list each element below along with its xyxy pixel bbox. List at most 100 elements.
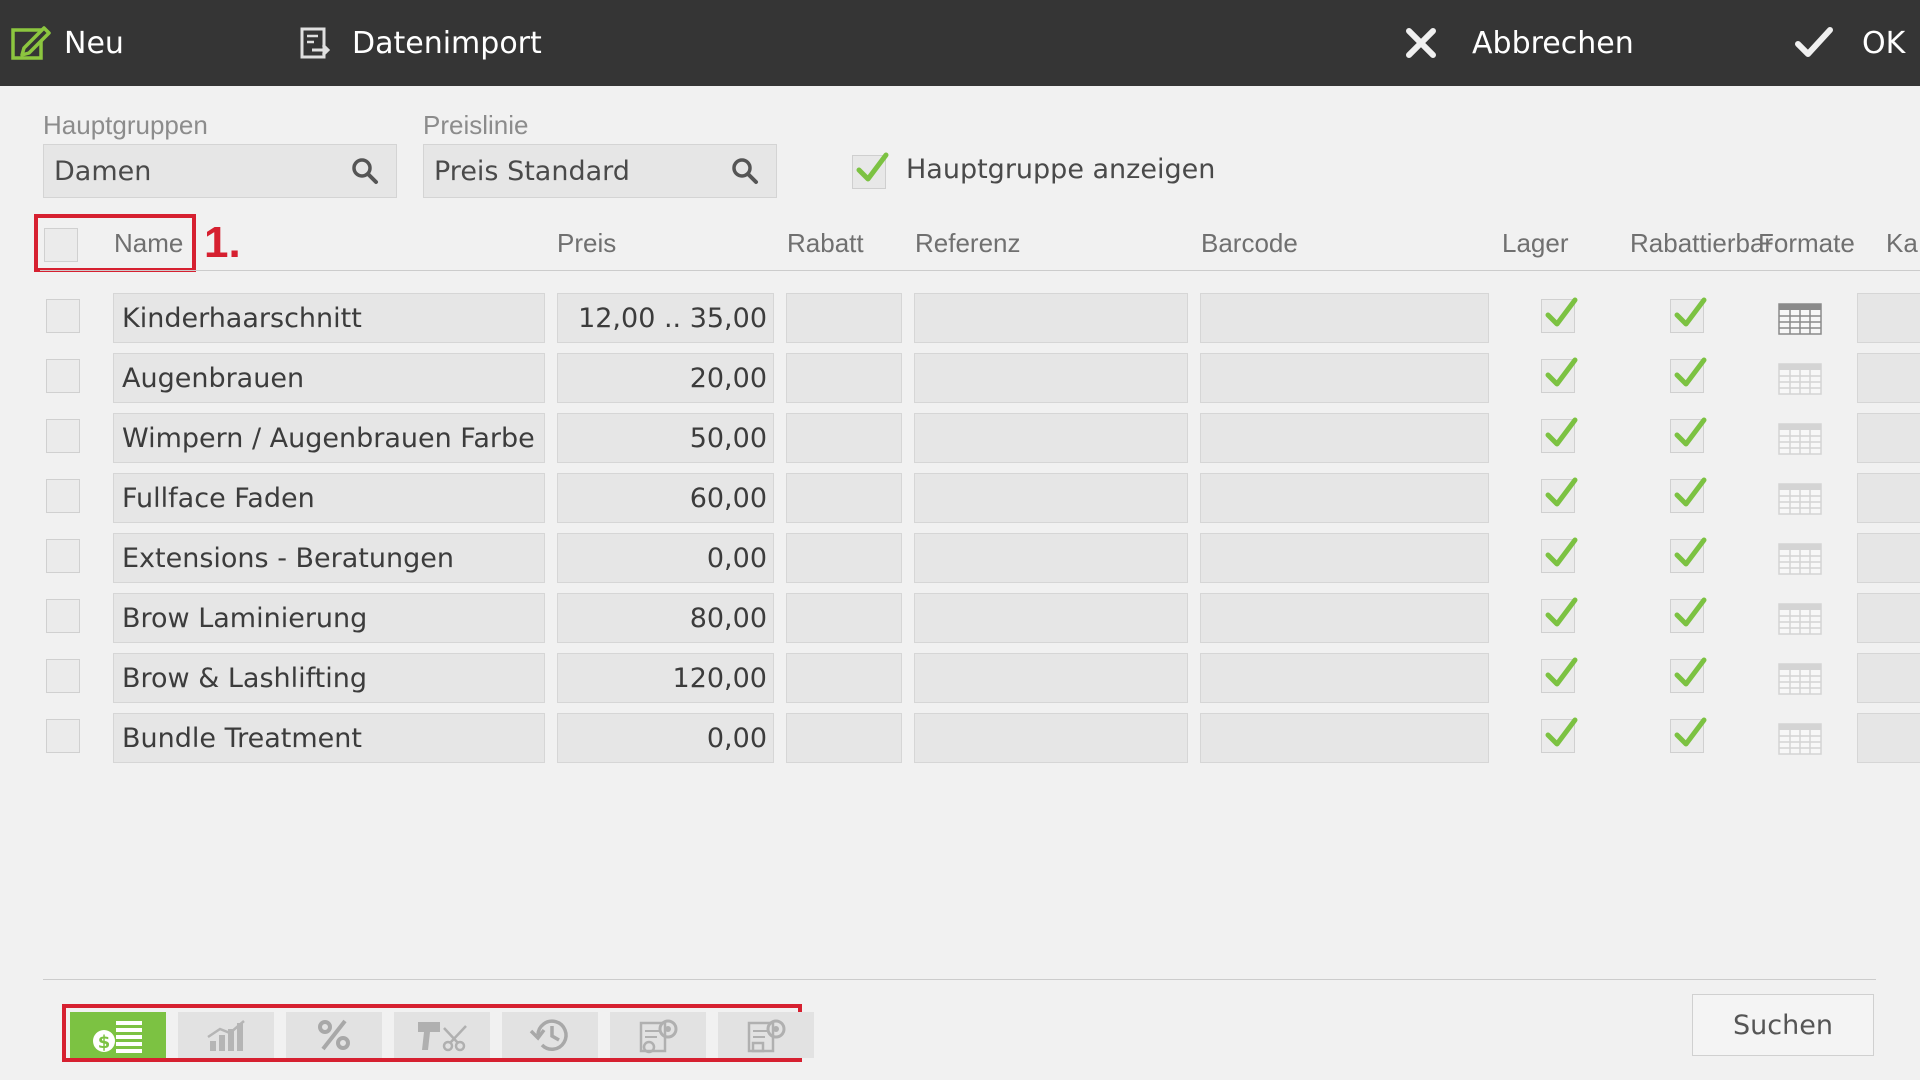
name-cell[interactable]: Bundle Treatment — [113, 713, 545, 763]
ok-button[interactable]: OK — [1794, 0, 1905, 86]
table-row[interactable]: Brow Laminierung 80,00 — [0, 593, 1920, 643]
row-checkbox[interactable] — [46, 599, 80, 633]
tab-statistics[interactable] — [178, 1012, 274, 1058]
formats-grid-icon[interactable] — [1778, 663, 1822, 695]
discountable-checkbox[interactable] — [1670, 357, 1707, 393]
ka-cell[interactable] — [1857, 533, 1920, 583]
column-header-stock[interactable]: Lager — [1502, 228, 1569, 259]
discount-cell[interactable] — [786, 653, 902, 703]
show-main-group-checkbox[interactable] — [852, 152, 889, 189]
price-cell[interactable]: 0,00 — [557, 713, 774, 763]
reference-cell[interactable] — [914, 353, 1188, 403]
discount-cell[interactable] — [786, 533, 902, 583]
discount-cell[interactable] — [786, 293, 902, 343]
barcode-cell[interactable] — [1200, 413, 1489, 463]
barcode-cell[interactable] — [1200, 353, 1489, 403]
price-cell[interactable]: 12,00 .. 35,00 — [557, 293, 774, 343]
ka-cell[interactable] — [1857, 413, 1920, 463]
main-group-field[interactable]: Damen — [43, 144, 397, 198]
discountable-checkbox[interactable] — [1670, 297, 1707, 333]
discountable-checkbox[interactable] — [1670, 477, 1707, 513]
table-row[interactable]: Fullface Faden 60,00 — [0, 473, 1920, 523]
row-checkbox[interactable] — [46, 419, 80, 453]
row-checkbox[interactable] — [46, 359, 80, 393]
reference-cell[interactable] — [914, 533, 1188, 583]
price-cell[interactable]: 0,00 — [557, 533, 774, 583]
price-cell[interactable]: 80,00 — [557, 593, 774, 643]
price-cell[interactable]: 60,00 — [557, 473, 774, 523]
reference-cell[interactable] — [914, 593, 1188, 643]
column-header-price[interactable]: Preis — [557, 228, 616, 259]
select-all-checkbox[interactable] — [44, 228, 78, 262]
table-row[interactable]: Augenbrauen 20,00 — [0, 353, 1920, 403]
cancel-button[interactable]: Abbrechen — [1404, 0, 1634, 86]
stock-checkbox[interactable] — [1541, 537, 1578, 573]
formats-grid-icon[interactable] — [1778, 303, 1822, 335]
table-row[interactable]: Wimpern / Augenbrauen Farbe 50,00 — [0, 413, 1920, 463]
tab-services[interactable] — [394, 1012, 490, 1058]
tab-history[interactable] — [502, 1012, 598, 1058]
formats-grid-icon[interactable] — [1778, 603, 1822, 635]
discount-cell[interactable] — [786, 353, 902, 403]
stock-checkbox[interactable] — [1541, 417, 1578, 453]
barcode-cell[interactable] — [1200, 473, 1489, 523]
new-button[interactable]: Neu — [10, 0, 124, 86]
reference-cell[interactable] — [914, 473, 1188, 523]
row-checkbox[interactable] — [46, 479, 80, 513]
stock-checkbox[interactable] — [1541, 717, 1578, 753]
stock-checkbox[interactable] — [1541, 477, 1578, 513]
barcode-cell[interactable] — [1200, 653, 1489, 703]
formats-grid-icon[interactable] — [1778, 483, 1822, 515]
price-cell[interactable]: 120,00 — [557, 653, 774, 703]
column-header-discount[interactable]: Rabatt — [787, 228, 864, 259]
table-row[interactable]: Brow & Lashlifting 120,00 — [0, 653, 1920, 703]
table-row[interactable]: Bundle Treatment 0,00 — [0, 713, 1920, 763]
name-cell[interactable]: Extensions - Beratungen — [113, 533, 545, 583]
stock-checkbox[interactable] — [1541, 357, 1578, 393]
ka-cell[interactable] — [1857, 353, 1920, 403]
formats-grid-icon[interactable] — [1778, 423, 1822, 455]
formats-grid-icon[interactable] — [1778, 543, 1822, 575]
price-line-field[interactable]: Preis Standard — [423, 144, 777, 198]
name-cell[interactable]: Fullface Faden — [113, 473, 545, 523]
name-cell[interactable]: Wimpern / Augenbrauen Farbe — [113, 413, 545, 463]
column-header-discountable[interactable]: Rabattierbar — [1630, 228, 1773, 259]
barcode-cell[interactable] — [1200, 593, 1489, 643]
search-icon[interactable] — [348, 154, 382, 188]
search-button[interactable]: Suchen — [1692, 994, 1874, 1056]
discountable-checkbox[interactable] — [1670, 597, 1707, 633]
stock-checkbox[interactable] — [1541, 597, 1578, 633]
tab-product-settings[interactable] — [718, 1012, 814, 1058]
name-cell[interactable]: Augenbrauen — [113, 353, 545, 403]
name-cell[interactable]: Brow & Lashlifting — [113, 653, 545, 703]
discount-cell[interactable] — [786, 473, 902, 523]
row-checkbox[interactable] — [46, 539, 80, 573]
name-cell[interactable]: Kinderhaarschnitt — [113, 293, 545, 343]
row-checkbox[interactable] — [46, 719, 80, 753]
tab-service-settings[interactable] — [610, 1012, 706, 1058]
column-header-ka[interactable]: Ka — [1886, 228, 1918, 259]
data-import-button[interactable]: Datenimport — [298, 0, 542, 86]
price-cell[interactable]: 50,00 — [557, 413, 774, 463]
discountable-checkbox[interactable] — [1670, 417, 1707, 453]
barcode-cell[interactable] — [1200, 713, 1489, 763]
discountable-checkbox[interactable] — [1670, 657, 1707, 693]
column-header-reference[interactable]: Referenz — [915, 228, 1021, 259]
reference-cell[interactable] — [914, 413, 1188, 463]
row-checkbox[interactable] — [46, 299, 80, 333]
discount-cell[interactable] — [786, 593, 902, 643]
stock-checkbox[interactable] — [1541, 657, 1578, 693]
formats-grid-icon[interactable] — [1778, 723, 1822, 755]
reference-cell[interactable] — [914, 713, 1188, 763]
ka-cell[interactable] — [1857, 293, 1920, 343]
ka-cell[interactable] — [1857, 713, 1920, 763]
table-row[interactable]: Kinderhaarschnitt 12,00 .. 35,00 — [0, 293, 1920, 343]
reference-cell[interactable] — [914, 293, 1188, 343]
stock-checkbox[interactable] — [1541, 297, 1578, 333]
barcode-cell[interactable] — [1200, 533, 1489, 583]
discountable-checkbox[interactable] — [1670, 717, 1707, 753]
tab-price-list[interactable]: $ — [70, 1012, 166, 1058]
table-row[interactable]: Extensions - Beratungen 0,00 — [0, 533, 1920, 583]
row-checkbox[interactable] — [46, 659, 80, 693]
ka-cell[interactable] — [1857, 653, 1920, 703]
